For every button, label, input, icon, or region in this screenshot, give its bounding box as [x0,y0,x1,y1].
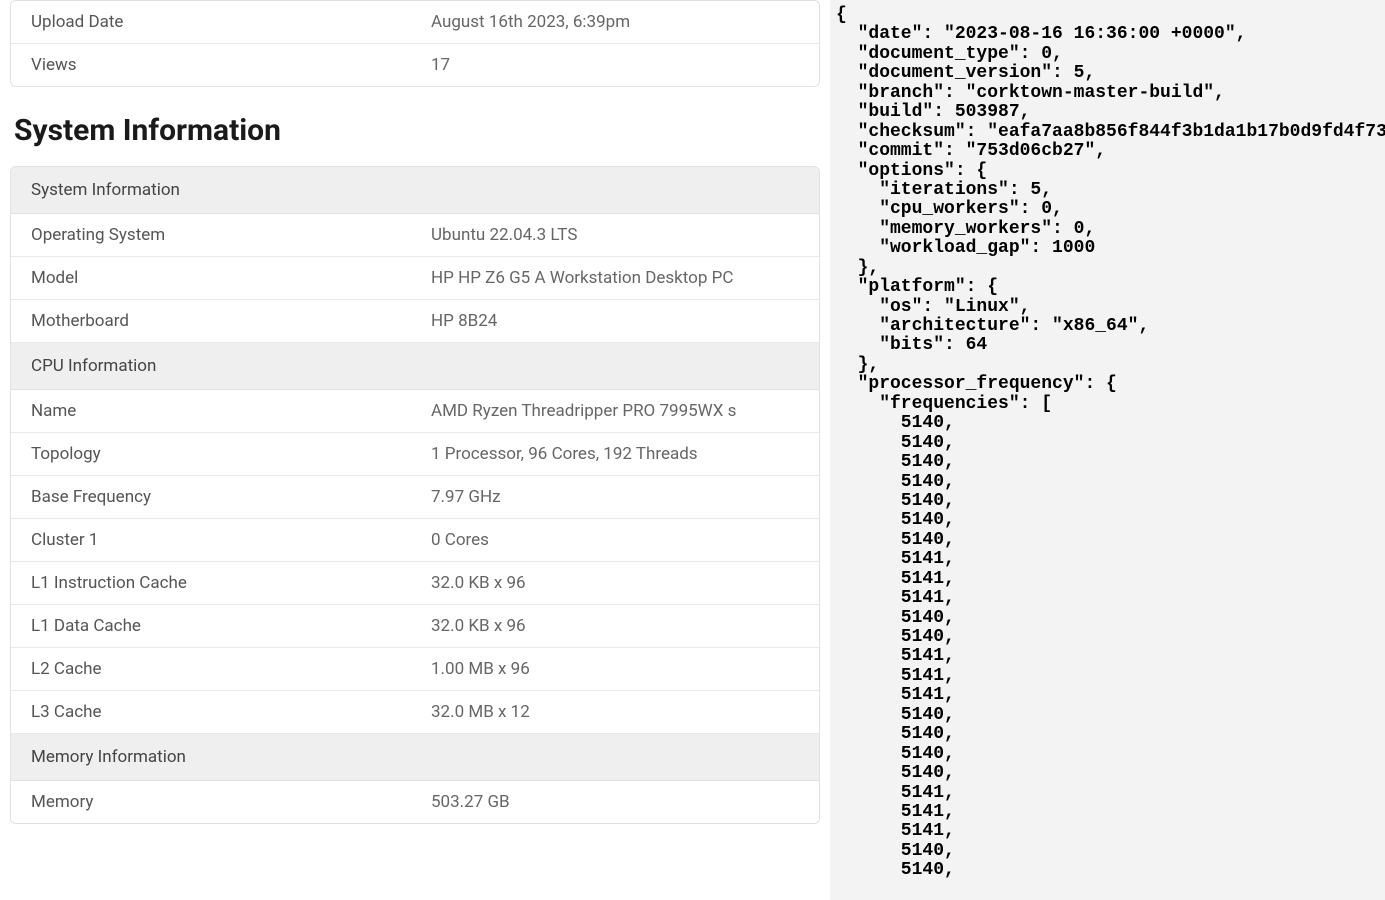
os-label: Operating System [11,214,431,256]
system-info-header: System Information [11,167,819,214]
cpu-l3-value: 32.0 MB x 12 [431,691,819,733]
left-panel: Upload Date August 16th 2023, 6:39pm Vie… [0,0,830,900]
meta-card: Upload Date August 16th 2023, 6:39pm Vie… [10,0,820,87]
upload-date-row: Upload Date August 16th 2023, 6:39pm [11,1,819,44]
motherboard-row: Motherboard HP 8B24 [11,300,819,343]
model-label: Model [11,257,431,299]
cpu-name-value: AMD Ryzen Threadripper PRO 7995WX s [431,390,819,432]
cpu-l2-value: 1.00 MB x 96 [431,648,819,690]
cpu-cluster-row: Cluster 1 0 Cores [11,519,819,562]
cpu-l3-row: L3 Cache 32.0 MB x 12 [11,691,819,734]
cpu-basefreq-value: 7.97 GHz [431,476,819,518]
cpu-l1i-label: L1 Instruction Cache [11,562,431,604]
memory-info-header: Memory Information [11,734,819,781]
os-row: Operating System Ubuntu 22.04.3 LTS [11,214,819,257]
memory-row: Memory 503.27 GB [11,781,819,823]
cpu-l2-row: L2 Cache 1.00 MB x 96 [11,648,819,691]
views-value: 17 [431,44,819,86]
cpu-basefreq-label: Base Frequency [11,476,431,518]
cpu-name-row: Name AMD Ryzen Threadripper PRO 7995WX s [11,390,819,433]
cpu-l1d-label: L1 Data Cache [11,605,431,647]
cpu-cluster-label: Cluster 1 [11,519,431,561]
cpu-l1i-value: 32.0 KB x 96 [431,562,819,604]
upload-date-label: Upload Date [11,1,431,43]
cpu-topology-label: Topology [11,433,431,475]
views-label: Views [11,44,431,86]
cpu-basefreq-row: Base Frequency 7.97 GHz [11,476,819,519]
json-panel[interactable]: { "date": "2023-08-16 16:36:00 +0000", "… [830,0,1385,900]
cpu-cluster-value: 0 Cores [431,519,819,561]
model-value: HP HP Z6 G5 A Workstation Desktop PC [431,257,819,299]
cpu-l1i-row: L1 Instruction Cache 32.0 KB x 96 [11,562,819,605]
os-value: Ubuntu 22.04.3 LTS [431,214,819,256]
cpu-name-label: Name [11,390,431,432]
views-row: Views 17 [11,44,819,86]
motherboard-label: Motherboard [11,300,431,342]
upload-date-value: August 16th 2023, 6:39pm [431,1,819,43]
model-row: Model HP HP Z6 G5 A Workstation Desktop … [11,257,819,300]
motherboard-value: HP 8B24 [431,300,819,342]
system-card: System Information Operating System Ubun… [10,166,820,824]
cpu-l3-label: L3 Cache [11,691,431,733]
cpu-l1d-row: L1 Data Cache 32.0 KB x 96 [11,605,819,648]
cpu-topology-row: Topology 1 Processor, 96 Cores, 192 Thre… [11,433,819,476]
memory-label: Memory [11,781,431,823]
memory-value: 503.27 GB [431,781,819,823]
section-title: System Information [10,113,820,148]
cpu-l2-label: L2 Cache [11,648,431,690]
cpu-topology-value: 1 Processor, 96 Cores, 192 Threads [431,433,819,475]
cpu-info-header: CPU Information [11,343,819,390]
cpu-l1d-value: 32.0 KB x 96 [431,605,819,647]
